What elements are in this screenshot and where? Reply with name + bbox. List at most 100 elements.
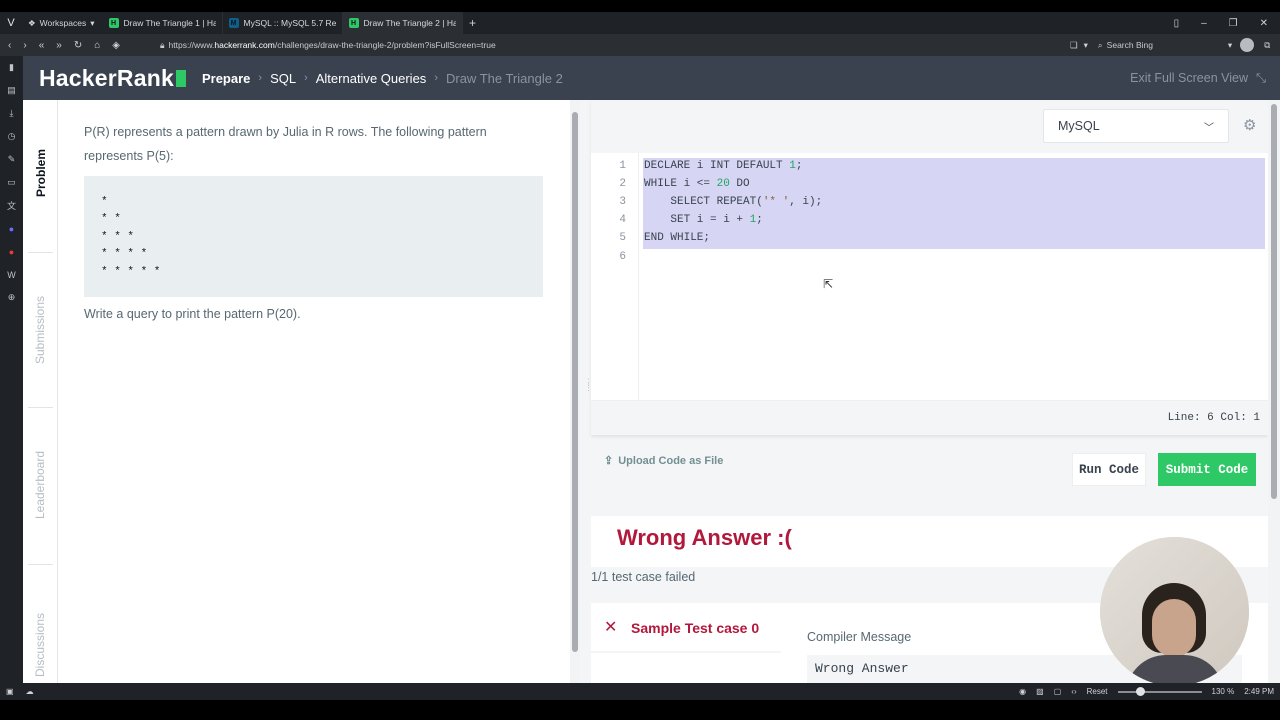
window-panel-icon[interactable]: ▭ [0, 171, 23, 194]
search-field[interactable]: ⌕ Search Bing [1098, 40, 1228, 51]
reload-icon[interactable]: ↻ [74, 40, 82, 51]
chevron-right-icon: › [258, 72, 263, 84]
submit-code-button[interactable]: Submit Code [1158, 453, 1256, 486]
add-panel-icon[interactable]: ⊕ [0, 286, 23, 309]
zoom-reset-button[interactable]: Reset [1087, 687, 1108, 696]
gear-icon[interactable]: ⚙ [1243, 116, 1256, 134]
line-number: 5 [619, 232, 626, 244]
forward-icon[interactable]: › [23, 40, 26, 51]
breadcrumb-sql[interactable]: SQL [270, 71, 296, 86]
breadcrumb: Prepare › SQL › Alternative Queries › Dr… [202, 71, 563, 86]
webcam-person-face [1152, 599, 1196, 657]
code-line: SELECT REPEAT('* ', i); [644, 196, 823, 208]
capture-icon[interactable]: ◉ [1019, 687, 1026, 696]
code-line: END WHILE; [644, 232, 711, 244]
hackerrank-favicon-icon: H [348, 18, 359, 28]
breadcrumb-alternative-queries[interactable]: Alternative Queries [316, 71, 427, 86]
pattern-row: * * [101, 213, 121, 226]
breadcrumb-current: Draw The Triangle 2 [445, 70, 563, 86]
problem-description: P(R) represents a pattern drawn by Julia… [84, 125, 487, 163]
bookmark-icon[interactable]: ❑ [1070, 40, 1078, 51]
notes-icon[interactable]: ✎ [0, 148, 23, 171]
chevron-down-icon: ▾ [90, 17, 95, 28]
logo-block [175, 69, 186, 87]
scrollbar-thumb[interactable] [572, 112, 578, 652]
compiler-message-label: Compiler Message [807, 630, 912, 644]
exit-fullscreen-button[interactable]: Exit Full Screen View ⤡ [1130, 71, 1280, 86]
reading-list-icon[interactable]: ▤ [0, 79, 23, 102]
image-icon[interactable]: ▨ [1036, 687, 1044, 696]
close-window-icon[interactable]: ✕ [1260, 18, 1268, 29]
maximize-icon[interactable]: ❐ [1229, 18, 1238, 29]
bottom-strip [0, 700, 1280, 720]
chevron-down-icon[interactable]: ▾ [1228, 40, 1232, 51]
line-number: 2 [619, 178, 626, 190]
zoom-slider-knob[interactable] [1135, 686, 1145, 696]
rewind-icon[interactable]: « [39, 40, 45, 51]
bookmarks-panel-icon[interactable]: ▮ [0, 56, 23, 79]
problem-scrollbar[interactable] [570, 100, 580, 683]
code-icon[interactable]: ‹› [1071, 687, 1076, 696]
minimize-icon[interactable]: – [1201, 18, 1207, 29]
pattern-row: * [101, 196, 108, 208]
profile-avatar[interactable] [1240, 38, 1255, 52]
upload-code-button[interactable]: ⇪ Upload Code as File [604, 454, 723, 468]
hackerrank-favicon-icon: H [108, 18, 119, 28]
search-icon: ⌕ [1097, 39, 1103, 50]
tab-submissions[interactable]: Submissions [23, 280, 58, 380]
workspaces-button[interactable]: ❖ Workspaces ▾ [22, 12, 103, 34]
language-select[interactable]: MySQL ﹀ [1043, 109, 1229, 143]
tiling-icon[interactable]: ▢ [1054, 687, 1062, 696]
mastodon-icon[interactable]: ● [0, 217, 23, 240]
panel-toggle-icon[interactable]: ▣ [6, 687, 14, 696]
cloud-icon[interactable]: ☁ [26, 687, 34, 696]
zoom-level: 130 % [1211, 687, 1235, 696]
pattern-row: * * * [101, 230, 135, 243]
run-code-button[interactable]: Run Code [1072, 453, 1146, 486]
history-icon[interactable]: ◷ [0, 125, 23, 148]
pane-resize-handle[interactable]: ⋮ ⋮ [580, 100, 593, 683]
url-field[interactable]: 🔒︎ https://www.hackerrank.com/challenges… [160, 40, 1060, 51]
chevron-down-icon[interactable]: ▾ [1084, 40, 1088, 51]
browser-tab-bar: V ❖ Workspaces ▾ H Draw The Triangle 1 |… [0, 12, 1280, 34]
home-icon[interactable]: ⌂ [94, 40, 100, 51]
zoom-slider[interactable] [1117, 686, 1202, 696]
tab-discussions[interactable]: Discussions [23, 595, 58, 695]
line-number: 4 [619, 214, 626, 226]
scrollbar-thumb[interactable] [1271, 104, 1277, 499]
browser-tab[interactable]: H Draw The Triangle 1 | Hacke [103, 12, 223, 34]
editor-scrollbar[interactable] [1268, 100, 1280, 683]
line-number: 6 [619, 251, 626, 263]
test-case-tab[interactable]: Sample Test case 0 [631, 620, 759, 636]
hackerrank-header: HackerRank Prepare › SQL › Alternative Q… [23, 56, 1280, 100]
tab-divider [28, 407, 53, 408]
new-tab-button[interactable]: + [463, 16, 483, 30]
problem-statement: P(R) represents a pattern drawn by Julia… [58, 100, 570, 683]
browser-tab-active[interactable]: H Draw The Triangle 2 | Hacke [342, 12, 463, 34]
extensions-icon[interactable]: ⧉ [1264, 40, 1270, 51]
tab-problem[interactable]: Problem [23, 128, 58, 218]
editor-toolbar: MySQL ﹀ ⚙ [591, 100, 1268, 153]
code-line: DECLARE i INT DEFAULT 1; [644, 160, 803, 172]
top-strip [0, 0, 1280, 12]
pattern-row: * * * * * [101, 265, 161, 278]
translate-icon[interactable]: 文 [0, 194, 23, 217]
back-icon[interactable]: ‹ [8, 40, 11, 51]
fast-forward-icon[interactable]: » [56, 40, 62, 51]
tab-leaderboard[interactable]: Leaderboard [23, 435, 58, 535]
code-input[interactable]: DECLARE i INT DEFAULT 1; WHILE i <= 20 D… [640, 153, 1268, 400]
breadcrumb-prepare[interactable]: Prepare [202, 71, 250, 86]
wikipedia-icon[interactable]: W [0, 263, 23, 286]
vivaldi-menu-icon[interactable]: V [0, 12, 22, 34]
vivaldi-icon[interactable]: ● [0, 240, 23, 263]
hackerrank-logo[interactable]: HackerRank [23, 65, 186, 92]
chevron-down-icon: ﹀ [1204, 122, 1214, 134]
tab-stack-icon[interactable]: ▯ [1174, 18, 1180, 29]
shield-icon[interactable]: ◈ [112, 40, 120, 51]
editor-status-bar: Line: 6 Col: 1 [591, 400, 1268, 435]
close-icon: ✕ [604, 619, 618, 636]
downloads-icon[interactable]: ⤓ [0, 102, 23, 125]
browser-tab[interactable]: M MySQL :: MySQL 5.7 Refere [223, 12, 343, 34]
problem-side-tabs: Problem Submissions Leaderboard Discussi… [23, 100, 58, 683]
browser-side-panel: ▮ ▤ ⤓ ◷ ✎ ▭ 文 ● ● W ⊕ [0, 56, 23, 683]
